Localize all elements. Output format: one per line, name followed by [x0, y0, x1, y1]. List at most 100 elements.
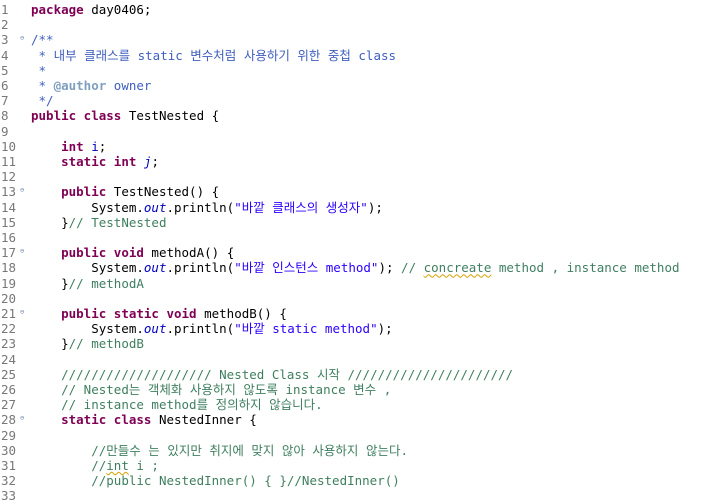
- code-token: }: [31, 214, 69, 230]
- fold-toggle-icon[interactable]: ⊖: [20, 245, 24, 258]
- code-editor[interactable]: 1 package day0406; 2 3 ⊖ /** 4 * 내부 클래스를 stati…: [0, 0, 720, 503]
- code-line[interactable]: 25 //////////////////// Nested Class 시작 …: [0, 367, 720, 382]
- code-token: methodA() {: [143, 245, 235, 261]
- fold-toggle-icon[interactable]: ⊖: [20, 32, 24, 45]
- fold-toggle-icon[interactable]: ⊖: [20, 412, 24, 425]
- code-line[interactable]: 4 * 내부 클래스를 static 변수처럼 사용하기 위한 중첩 class: [0, 48, 720, 63]
- code-token: .println(: [166, 260, 235, 276]
- code-token: // methodB: [68, 336, 144, 352]
- code-token: * 내부 클래스를 static 변수처럼 사용하기 위한 중첩 class: [31, 47, 397, 63]
- fold-toggle-icon[interactable]: ⊖: [20, 306, 24, 319]
- line-number: 14: [1, 199, 17, 215]
- code-text: }// methodB: [31, 336, 144, 351]
- code-token: ;: [98, 138, 107, 154]
- code-line[interactable]: 28 ⊖ static class NestedInner {: [0, 412, 720, 427]
- code-line[interactable]: 14 System.out.println("바깥 클래스의 생성자");: [0, 200, 720, 215]
- code-text: }// TestNested: [31, 215, 166, 230]
- code-line[interactable]: 31 //int i ;: [0, 458, 720, 473]
- code-text: static class NestedInner {: [31, 412, 257, 427]
- code-token: ;: [151, 154, 159, 169]
- code-line[interactable]: 20: [0, 291, 720, 306]
- code-line[interactable]: 12: [0, 169, 720, 184]
- line-number: 2: [1, 17, 9, 33]
- code-line[interactable]: 2: [0, 17, 720, 32]
- code-token: public class: [31, 108, 122, 124]
- code-line[interactable]: 27 // instance method를 정의하지 않습니다.: [0, 397, 720, 412]
- code-line[interactable]: 21 ⊖ public static void methodB() {: [0, 306, 720, 321]
- code-line[interactable]: 7 */: [0, 93, 720, 108]
- code-line[interactable]: 9: [0, 124, 720, 139]
- code-line[interactable]: 22 System.out.println("바깥 static method"…: [0, 321, 720, 336]
- line-number: 20: [1, 290, 17, 306]
- code-token: );: [377, 321, 393, 337]
- code-text: System.out.println("바깥 static method");: [31, 321, 393, 337]
- code-token: @author: [53, 78, 107, 93]
- line-number: 5: [1, 62, 9, 78]
- code-line[interactable]: 32 //public NestedInner() { }//NestedInn…: [0, 473, 720, 488]
- code-line[interactable]: 24: [0, 352, 720, 367]
- line-number: 12: [1, 169, 17, 185]
- code-line[interactable]: 19 }// methodA: [0, 276, 720, 291]
- code-line[interactable]: 11 static int j;: [0, 154, 720, 169]
- line-number: 9: [1, 123, 9, 139]
- code-token: }: [31, 336, 69, 352]
- code-token: //////////////////// Nested Class 시작 ///…: [61, 366, 514, 382]
- code-line[interactable]: 26 // Nested는 객체화 사용하지 않도록 instance 변수 ,: [0, 382, 720, 397]
- code-line[interactable]: 13 ⊖ public TestNested() {: [0, 184, 720, 199]
- code-token: );: [367, 199, 383, 215]
- line-number: 7: [1, 93, 9, 109]
- code-text: public TestNested() {: [31, 184, 219, 199]
- line-number: 32: [1, 473, 17, 489]
- code-line[interactable]: 5 *: [0, 63, 720, 78]
- line-number: 8: [1, 108, 9, 124]
- line-number: 10: [1, 138, 17, 154]
- code-line[interactable]: 18 System.out.println("바깥 인스턴스 method");…: [0, 260, 720, 275]
- line-number: 15: [1, 214, 17, 230]
- code-line[interactable]: 15 }// TestNested: [0, 215, 720, 230]
- code-token: public static void: [61, 306, 197, 321]
- code-token: System.: [31, 199, 144, 215]
- code-line[interactable]: 30 //만들수 는 있지만 취지에 맞지 않아 사용하지 않는다.: [0, 443, 720, 458]
- fold-toggle-icon[interactable]: ⊖: [20, 184, 24, 197]
- code-text: static int j;: [31, 154, 159, 169]
- line-number: 23: [1, 336, 17, 352]
- code-token: out: [143, 321, 167, 337]
- code-token: concreate: [423, 260, 492, 276]
- code-line[interactable]: 10 int i;: [0, 139, 720, 154]
- code-token: package: [31, 2, 84, 17]
- code-token: "바깥 클래스의 생성자": [234, 199, 368, 215]
- code-token: /**: [31, 32, 54, 48]
- code-text: //int i ;: [31, 458, 159, 473]
- code-token: System.: [31, 260, 144, 276]
- code-text: // instance method를 정의하지 않습니다.: [31, 397, 323, 412]
- code-line[interactable]: 3 ⊖/**: [0, 32, 720, 47]
- code-token: out: [143, 260, 167, 276]
- code-line[interactable]: 6 * @author owner: [0, 78, 720, 93]
- code-token: //: [91, 458, 107, 473]
- code-text: public class TestNested {: [31, 108, 219, 123]
- code-line[interactable]: 16: [0, 230, 720, 245]
- code-text: //public NestedInner() { }//NestedInner(…: [31, 473, 400, 488]
- code-text: * 내부 클래스를 static 변수처럼 사용하기 위한 중첩 class: [31, 47, 397, 63]
- code-text: //////////////////// Nested Class 시작 ///…: [31, 367, 513, 382]
- code-token: public void: [61, 245, 144, 261]
- code-line[interactable]: 8 public class TestNested {: [0, 108, 720, 123]
- code-token: i: [91, 138, 99, 154]
- code-text: // Nested는 객체화 사용하지 않도록 instance 변수 ,: [31, 382, 391, 397]
- line-number: 25: [1, 366, 17, 382]
- code-line[interactable]: 29: [0, 428, 720, 443]
- code-line[interactable]: 1 package day0406;: [0, 2, 720, 17]
- code-token: owner: [106, 78, 152, 93]
- code-line[interactable]: 23 }// methodB: [0, 336, 720, 351]
- line-number: 29: [1, 427, 17, 443]
- code-line[interactable]: 17 ⊖ public void methodA() {: [0, 245, 720, 260]
- code-line[interactable]: 33: [0, 488, 720, 503]
